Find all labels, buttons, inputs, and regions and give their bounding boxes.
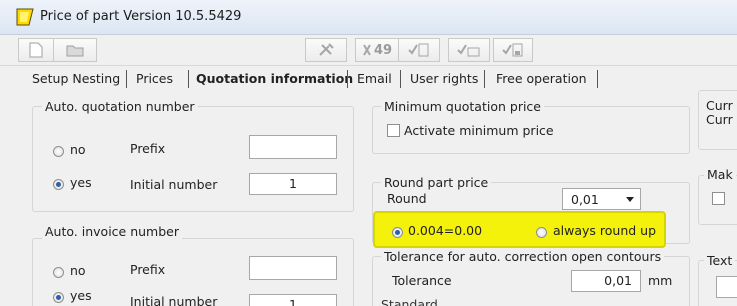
tab-free-operation[interactable]: Free operation bbox=[496, 71, 587, 86]
tolerance-unit: mm bbox=[648, 273, 673, 288]
check-more-icon bbox=[457, 44, 480, 57]
auto-invoice-initial-label: Initial number bbox=[130, 294, 218, 306]
auto-quotation-yes-label: yes bbox=[70, 175, 92, 190]
chevron-down-icon bbox=[626, 197, 634, 202]
tools-button[interactable] bbox=[305, 38, 347, 62]
check-save-button[interactable] bbox=[493, 38, 533, 62]
activate-min-price-label: Activate minimum price bbox=[404, 123, 554, 138]
min-price-legend: Minimum quotation price bbox=[381, 99, 544, 114]
auto-invoice-no-label: no bbox=[70, 263, 86, 278]
round-select-value: 0,01 bbox=[571, 192, 599, 207]
mak-legend: Mak bbox=[704, 167, 736, 182]
tab-separator bbox=[400, 70, 401, 88]
tolerance-label: Tolerance bbox=[392, 273, 452, 288]
check-list-icon bbox=[408, 43, 429, 57]
text-input[interactable] bbox=[716, 276, 737, 298]
action-49-button[interactable]: 49 bbox=[355, 38, 399, 62]
tolerance-input[interactable]: 0,01 bbox=[571, 270, 641, 292]
open-folder-button[interactable] bbox=[53, 38, 97, 62]
auto-quotation-prefix-input[interactable] bbox=[249, 135, 337, 159]
round-option-b-label: always round up bbox=[553, 223, 657, 238]
tab-user-rights[interactable]: User rights bbox=[410, 71, 478, 86]
open-folder-icon bbox=[66, 45, 84, 57]
tab-setup-nesting[interactable]: Setup Nesting bbox=[32, 71, 120, 86]
activate-min-price-checkbox[interactable] bbox=[387, 124, 400, 137]
round-label: Round bbox=[387, 191, 427, 206]
auto-quotation-initial-input[interactable]: 1 bbox=[249, 173, 337, 195]
check-more-button[interactable] bbox=[448, 38, 490, 62]
currency-label-1: Curr bbox=[706, 98, 733, 113]
tolerance-legend: Tolerance for auto. correction open cont… bbox=[381, 249, 665, 264]
tab-email[interactable]: Email bbox=[357, 71, 392, 86]
auto-quotation-no-radio[interactable] bbox=[53, 146, 64, 157]
round-option-b-radio[interactable] bbox=[536, 227, 547, 238]
action-49-label: 49 bbox=[373, 42, 393, 58]
auto-invoice-prefix-label: Prefix bbox=[130, 262, 166, 277]
auto-invoice-no-radio[interactable] bbox=[53, 267, 64, 278]
title-bar: Price of part Version 10.5.5429 bbox=[0, 0, 737, 35]
standard-partial-label: Standard bbox=[381, 297, 438, 306]
auto-quotation-group bbox=[32, 106, 354, 212]
text-legend: Text bbox=[704, 253, 736, 268]
toolbar: 49 bbox=[0, 35, 737, 66]
app-icon bbox=[16, 8, 34, 26]
auto-invoice-yes-radio[interactable] bbox=[53, 292, 64, 303]
auto-quotation-yes-radio[interactable] bbox=[53, 179, 64, 190]
tab-bar: Setup Nesting Prices Quotation informati… bbox=[0, 66, 737, 92]
tools-icon bbox=[319, 43, 334, 56]
mak-checkbox[interactable] bbox=[712, 192, 725, 205]
auto-quotation-no-label: no bbox=[70, 142, 86, 157]
disabled-action-icon bbox=[363, 44, 371, 56]
auto-quotation-prefix-label: Prefix bbox=[130, 141, 166, 156]
auto-invoice-yes-label: yes bbox=[70, 288, 92, 303]
price-of-part-window: Price of part Version 10.5.5429 49 Setup… bbox=[0, 0, 737, 306]
check-save-icon bbox=[502, 43, 523, 57]
tab-quotation-information[interactable]: Quotation information bbox=[196, 71, 353, 86]
round-select[interactable]: 0,01 bbox=[562, 188, 641, 210]
auto-invoice-initial-input[interactable]: 1 bbox=[249, 294, 337, 306]
tab-separator bbox=[597, 70, 598, 88]
tab-separator bbox=[126, 70, 127, 88]
window-title: Price of part Version 10.5.5429 bbox=[40, 9, 242, 24]
currency-label-2: Curr bbox=[706, 112, 733, 127]
tab-separator bbox=[347, 70, 348, 88]
new-document-icon bbox=[29, 42, 43, 58]
tab-prices[interactable]: Prices bbox=[136, 71, 173, 86]
auto-invoice-legend: Auto. invoice number bbox=[42, 224, 182, 239]
auto-quotation-initial-label: Initial number bbox=[130, 177, 218, 192]
auto-quotation-legend: Auto. quotation number bbox=[42, 99, 198, 114]
round-option-a-label: 0.004=0.00 bbox=[408, 223, 483, 238]
round-option-a-radio[interactable] bbox=[392, 227, 403, 238]
tab-separator bbox=[188, 70, 189, 88]
auto-invoice-prefix-input[interactable] bbox=[249, 256, 337, 280]
round-price-legend: Round part price bbox=[381, 175, 492, 190]
tab-separator bbox=[484, 70, 485, 88]
new-document-button[interactable] bbox=[18, 38, 54, 62]
check-list-button[interactable] bbox=[398, 38, 440, 62]
